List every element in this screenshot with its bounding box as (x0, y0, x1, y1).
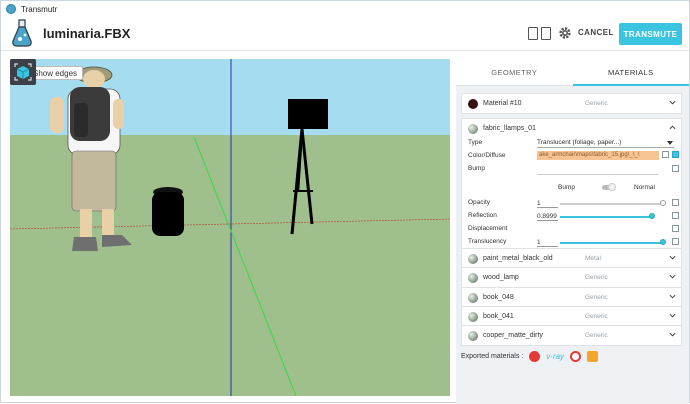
3d-viewport[interactable]: Show edges (10, 59, 450, 396)
file-name: luminaria.FBX (43, 26, 131, 41)
opacity-input[interactable]: 1 (537, 199, 558, 208)
app-window: Transmutr luminaria.FBX CANCEL TRANSMUTE (0, 0, 690, 404)
material-type: Generic (585, 332, 608, 339)
show-edges-label: Show edges (33, 68, 78, 78)
reflection-input[interactable]: 0.8999 (537, 212, 558, 221)
panel-tabs: GEOMETRY MATERIALS (456, 59, 689, 86)
chevron-down-icon[interactable] (669, 99, 676, 106)
diffuse-label: Color/Diffuse (468, 152, 506, 159)
chevron-down-icon[interactable] (669, 293, 676, 300)
scene-canvas (10, 59, 450, 396)
displacement-label: Displacement (468, 225, 508, 232)
material-swatch (468, 253, 478, 264)
reflection-slider[interactable] (560, 216, 652, 218)
materials-panel: GEOMETRY MATERIALS Material #10 Generic … (456, 59, 689, 404)
material-expanded: fabric_llamps_01 Type Translucent (folia… (461, 118, 682, 255)
material-row[interactable]: Material #10 Generic (461, 93, 682, 114)
tab-geometry[interactable]: GEOMETRY (456, 59, 573, 85)
material-name: paint_metal_black_old (483, 255, 553, 262)
bump-toggle-right-label: Normal (634, 184, 655, 191)
opacity-slider[interactable] (560, 203, 663, 205)
type-label: Type (468, 139, 483, 146)
bump-normal-toggle[interactable] (602, 183, 616, 191)
opacity-texture-icon[interactable] (672, 199, 679, 206)
bump-texture-field[interactable] (537, 174, 659, 175)
view-cube-icon[interactable] (10, 59, 36, 85)
dropdown-arrow-icon (667, 141, 673, 145)
title-bar: Transmutr (1, 1, 689, 17)
vray-icon[interactable]: v·ray (546, 352, 564, 361)
exported-materials-label: Exported materials : (461, 353, 524, 360)
material-type: Generic (585, 274, 608, 281)
chevron-up-icon[interactable] (669, 124, 676, 131)
material-row[interactable]: cooper_matte_dirty Generic (461, 325, 682, 346)
texture-remove-icon[interactable] (662, 151, 669, 158)
material-type: Generic (585, 294, 608, 301)
material-name: book_048 (483, 294, 514, 301)
displacement-texture-icon[interactable] (672, 225, 679, 232)
thea-icon[interactable] (570, 351, 582, 362)
translucency-texture-icon[interactable] (672, 238, 679, 245)
toggle-knob (608, 183, 616, 191)
opacity-slider-knob[interactable] (660, 200, 666, 206)
chevron-down-icon[interactable] (669, 273, 676, 280)
material-row[interactable]: book_041 Generic (461, 306, 682, 327)
opacity-label: Opacity (468, 199, 491, 206)
cancel-button[interactable]: CANCEL (578, 28, 614, 37)
material-name: fabric_llamps_01 (483, 125, 536, 132)
type-select[interactable]: Translucent (foliage, paper...) (537, 139, 674, 148)
flask-logo-icon (12, 19, 32, 47)
material-swatch (468, 330, 478, 341)
sketchup-icon[interactable] (529, 351, 541, 362)
reflection-slider-knob[interactable] (649, 213, 655, 219)
tab-materials[interactable]: MATERIALS (572, 59, 690, 86)
gear-icon[interactable] (558, 26, 572, 40)
app-header: luminaria.FBX CANCEL TRANSMUTE (1, 17, 689, 51)
texture-browse-icon[interactable] (672, 151, 679, 158)
material-properties: Type Translucent (foliage, paper...) Col… (462, 138, 681, 255)
bump-toggle-left-label: Bump (558, 184, 575, 191)
app-icon (6, 4, 16, 14)
bump-browse-icon[interactable] (672, 165, 679, 172)
bump-label: Bump (468, 165, 485, 172)
material-type: Generic (585, 313, 608, 320)
material-name: cooper_matte_dirty (483, 332, 543, 339)
translucency-input[interactable]: 1 (537, 238, 558, 247)
material-row[interactable]: paint_metal_black_old Metal (461, 248, 682, 269)
enscape-icon[interactable] (587, 351, 599, 362)
material-name: Material #10 (483, 100, 522, 107)
diffuse-texture-field[interactable]: ake_armchair\maps\fabric_15.jpg\_\_\ (537, 151, 659, 160)
window-title: Transmutr (21, 4, 58, 14)
material-swatch (468, 272, 478, 283)
save-file-icon[interactable] (541, 27, 551, 40)
material-swatch (468, 311, 478, 322)
material-type: Generic (585, 100, 608, 107)
translucency-slider[interactable] (560, 242, 663, 244)
material-swatch (468, 123, 478, 134)
export-file-icon[interactable] (528, 27, 538, 40)
material-row[interactable]: wood_lamp Generic (461, 267, 682, 288)
material-row[interactable]: book_048 Generic (461, 287, 682, 308)
exported-materials-bar: Exported materials : v·ray (461, 351, 599, 362)
transmute-button[interactable]: TRANSMUTE (619, 23, 682, 45)
material-swatch (468, 292, 478, 303)
chevron-down-icon[interactable] (669, 312, 676, 319)
material-name: book_041 (483, 313, 514, 320)
material-name: wood_lamp (483, 274, 519, 281)
material-swatch (468, 98, 478, 109)
barrel-object (152, 187, 184, 236)
type-select-value: Translucent (foliage, paper...) (537, 139, 622, 146)
translucency-label: Translucency (468, 238, 507, 245)
material-type: Metal (585, 255, 601, 262)
reflection-texture-icon[interactable] (672, 212, 679, 219)
chevron-down-icon[interactable] (669, 254, 676, 261)
reflection-label: Reflection (468, 212, 497, 219)
translucency-slider-knob[interactable] (660, 239, 666, 245)
chevron-down-icon[interactable] (669, 331, 676, 338)
